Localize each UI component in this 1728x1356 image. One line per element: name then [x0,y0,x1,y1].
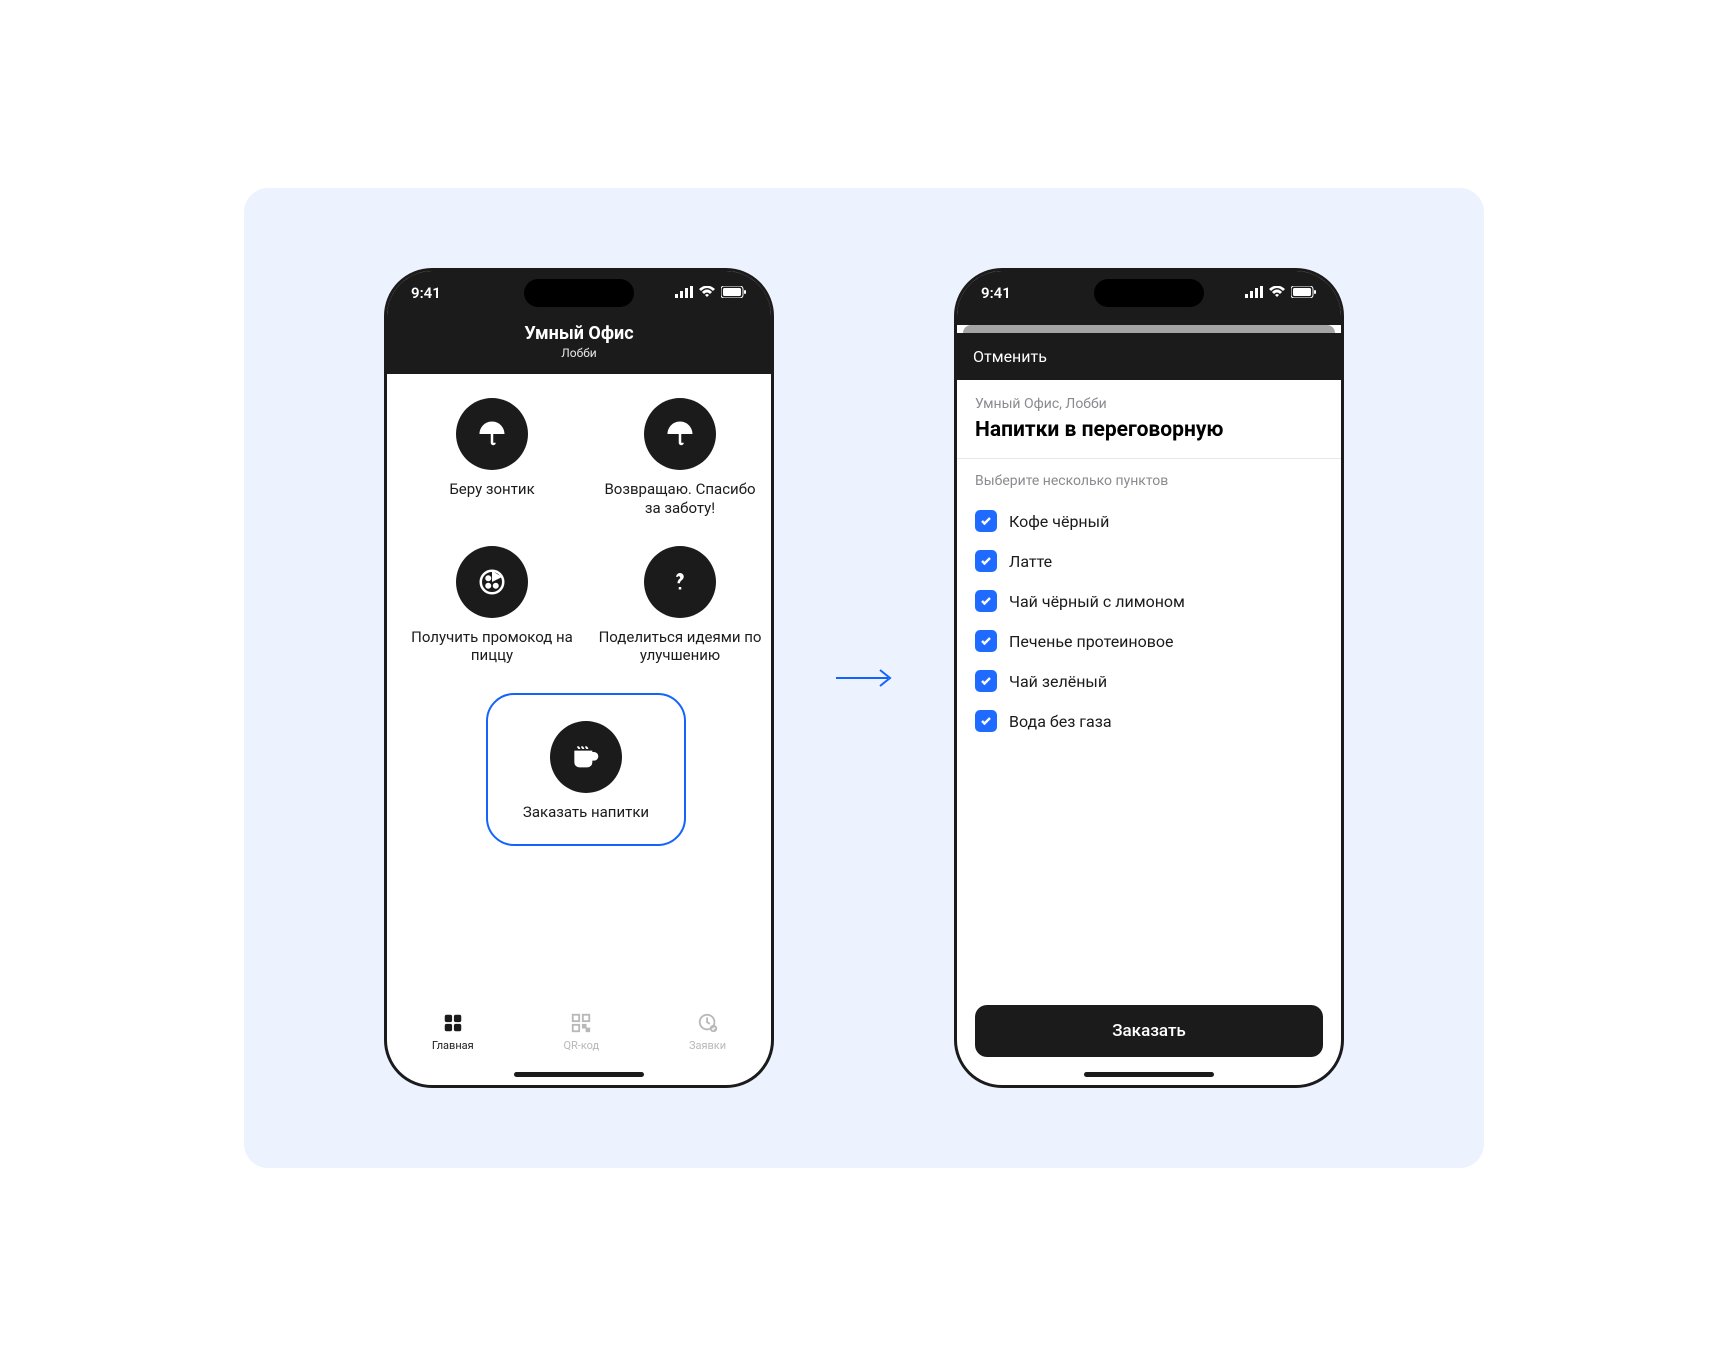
wifi-icon [699,284,715,302]
home-icon [441,1011,465,1035]
phone-home: 9:41 Умный Офис Лобби Беру зонтик [384,268,774,1088]
home-indicator [1084,1072,1214,1077]
tile-grid: Беру зонтик Возвращаю. Спасибо за заботу… [407,398,751,846]
order-button[interactable]: Заказать [975,1005,1323,1057]
option-label: Чай зелёный [1009,672,1107,691]
option-still-water[interactable]: Вода без газа [975,701,1323,741]
status-indicators [1245,284,1317,302]
option-label: Вода без газа [1009,712,1112,731]
checkbox-icon [975,550,997,572]
tile-label: Поделиться идеями по улучшению [595,628,765,666]
status-time: 9:41 [411,284,441,302]
status-bar: 9:41 [387,271,771,315]
checkbox-icon [975,710,997,732]
status-bar: 9:41 [957,271,1341,315]
option-green-tea[interactable]: Чай зелёный [975,661,1323,701]
tile-return-umbrella[interactable]: Возвращаю. Спасибо за заботу! [595,398,765,518]
tab-qr[interactable]: QR-код [563,1011,599,1052]
status-indicators [675,284,747,302]
battery-icon [721,284,747,302]
signal-icon [1245,284,1263,302]
cup-icon [550,721,622,793]
tile-pizza-promo[interactable]: Получить промокод на пиццу [407,546,577,666]
tab-label: Заявки [689,1039,726,1052]
list-caption: Выберите несколько пунктов [975,473,1323,489]
wifi-icon [1269,284,1285,302]
umbrella-icon [456,398,528,470]
tab-label: Главная [432,1039,474,1052]
modal-title: Напитки в переговорную [975,418,1323,442]
option-label: Кофе чёрный [1009,512,1109,531]
checkbox-icon [975,630,997,652]
modal-location: Умный Офис, Лобби [975,396,1323,412]
battery-icon [1291,284,1317,302]
checkbox-icon [975,510,997,532]
checkbox-icon [975,670,997,692]
arrow-right-icon [834,666,894,690]
tile-share-ideas[interactable]: Поделиться идеями по улучшению [595,546,765,666]
option-latte[interactable]: Латте [975,541,1323,581]
option-protein-cookie[interactable]: Печенье протеиновое [975,621,1323,661]
home-indicator [514,1072,644,1077]
phone-order-modal: 9:41 Отменить Умный Офис, Лобби Напитки … [954,268,1344,1088]
question-icon [644,546,716,618]
canvas: 9:41 Умный Офис Лобби Беру зонтик [244,188,1484,1168]
tile-label: Заказать напитки [523,803,649,822]
status-time: 9:41 [981,284,1011,302]
signal-icon [675,284,693,302]
app-header: Умный Офис Лобби [387,315,771,374]
option-label: Чай чёрный с лимоном [1009,592,1185,611]
home-content: Беру зонтик Возвращаю. Спасибо за заботу… [387,374,771,1003]
option-black-coffee[interactable]: Кофе чёрный [975,501,1323,541]
umbrella-icon [644,398,716,470]
tile-label: Беру зонтик [449,480,534,499]
notch [524,279,634,307]
modal: Отменить Умный Офис, Лобби Напитки в пер… [957,325,1341,1085]
cancel-button[interactable]: Отменить [957,333,1341,380]
header-subtitle: Лобби [387,346,771,360]
tile-take-umbrella[interactable]: Беру зонтик [407,398,577,518]
modal-header: Умный Офис, Лобби Напитки в переговорную [957,380,1341,459]
tab-home[interactable]: Главная [432,1011,474,1052]
tile-label: Возвращаю. Спасибо за заботу! [595,480,765,518]
clock-check-icon [696,1011,720,1035]
modal-backdrop [963,325,1335,333]
notch [1094,279,1204,307]
header-spacer [957,315,1341,325]
checkbox-icon [975,590,997,612]
tab-tickets[interactable]: Заявки [689,1011,726,1052]
options-list: Выберите несколько пунктов Кофе чёрный Л… [957,459,1341,755]
tab-label: QR-код [563,1039,599,1052]
qr-icon [569,1011,593,1035]
option-label: Латте [1009,552,1052,571]
option-black-tea-lemon[interactable]: Чай чёрный с лимоном [975,581,1323,621]
tile-label: Получить промокод на пиццу [407,628,577,666]
tile-order-drinks[interactable]: Заказать напитки [486,693,686,846]
pizza-icon [456,546,528,618]
header-title: Умный Офис [387,323,771,344]
option-label: Печенье протеиновое [1009,632,1174,651]
